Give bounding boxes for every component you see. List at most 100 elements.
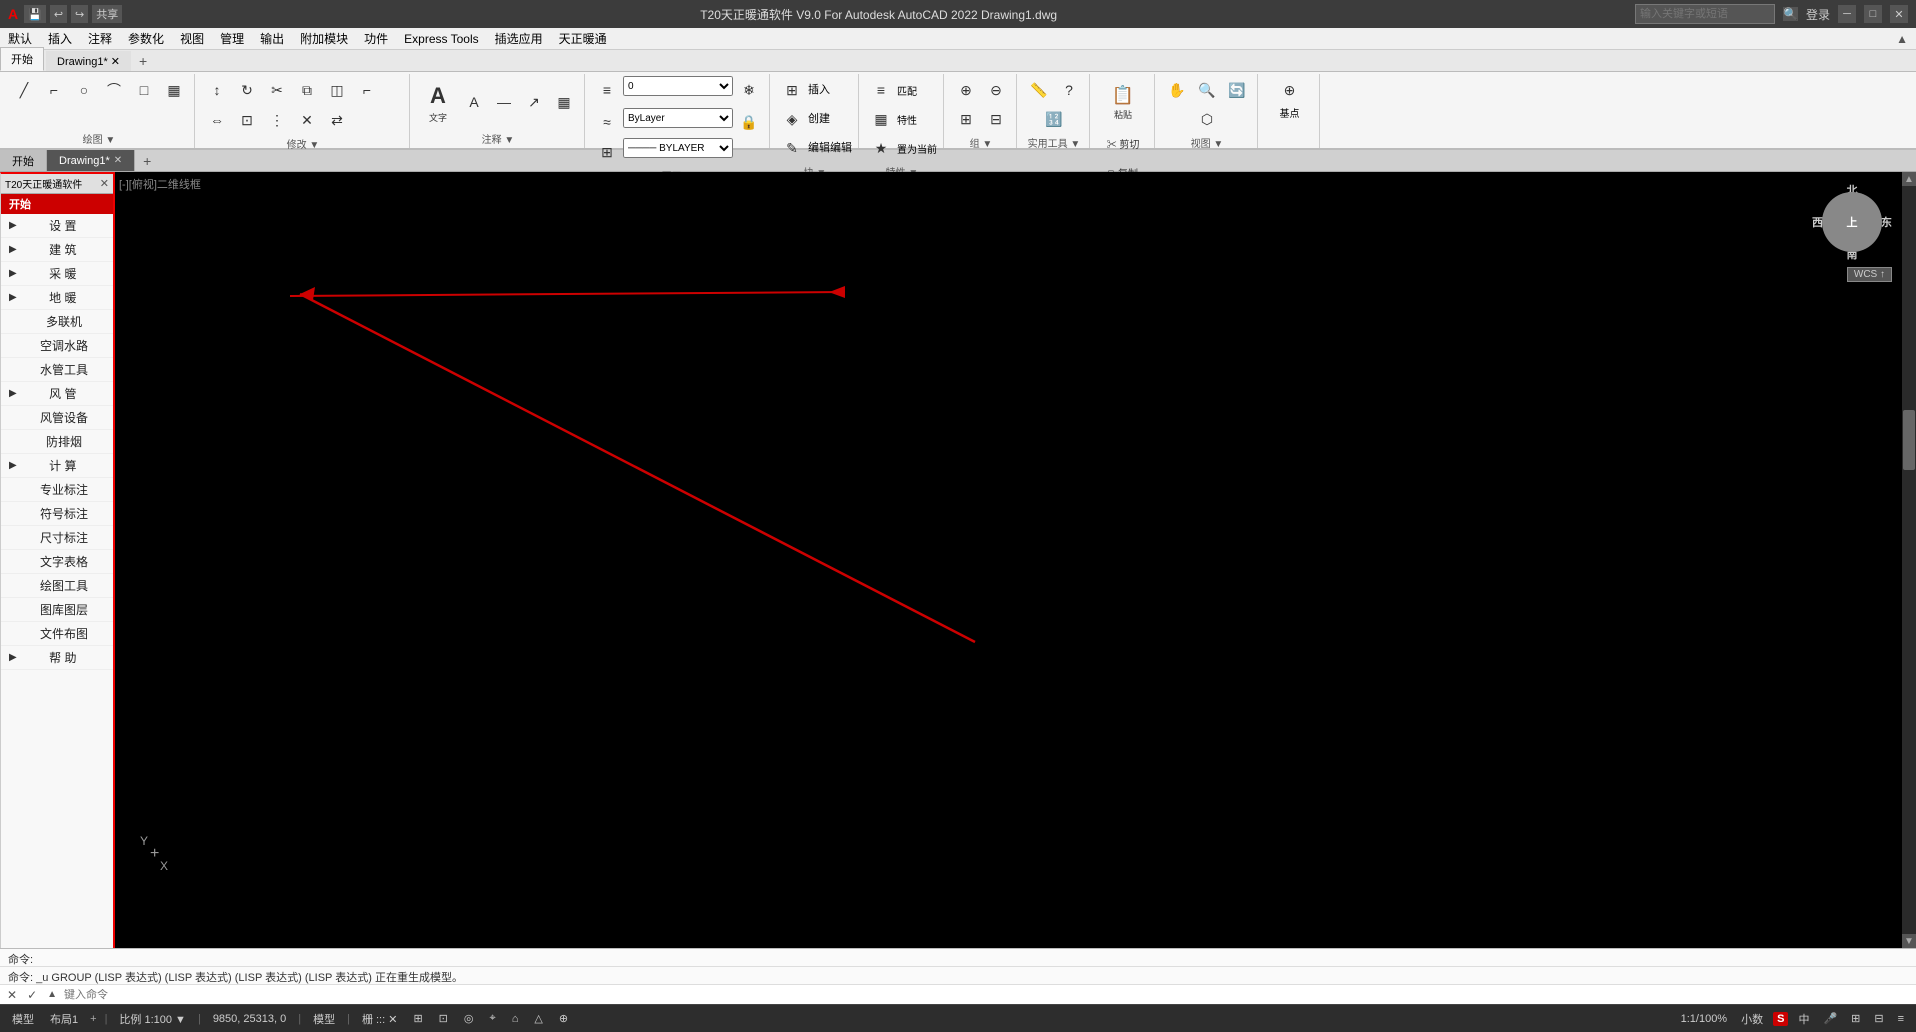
navcube-btn[interactable]: ⬡ <box>1193 105 1221 133</box>
tab-drawing1[interactable]: Drawing1* ✕ <box>47 150 135 171</box>
menu-parametric[interactable]: 参数化 <box>120 28 172 49</box>
menu-view[interactable]: 视图 <box>172 28 212 49</box>
panel-item-settings[interactable]: ▶ 设 置 <box>1 214 113 238</box>
menu-tianzheng[interactable]: 天正暖通 <box>551 28 615 49</box>
panel-item-duct[interactable]: ▶ 风 管 <box>1 382 113 406</box>
menu-insert[interactable]: 插入 <box>40 28 80 49</box>
trim-btn[interactable]: ✂ <box>263 76 291 104</box>
panel-item-smoke-exhaust[interactable]: 防排烟 <box>1 430 113 454</box>
scale-selector[interactable]: 比例 1:100 ▼ <box>115 1011 190 1027</box>
group3-btn[interactable]: ⊟ <box>982 105 1010 133</box>
layer-manager-btn[interactable]: ≡ <box>593 76 621 104</box>
osnap-btn[interactable]: ⌖ <box>485 1012 499 1025</box>
panel-item-library[interactable]: 图库图层 <box>1 598 113 622</box>
panel-item-ac-water[interactable]: 空调水路 <box>1 334 113 358</box>
dim-btn[interactable]: ↗ <box>520 88 548 116</box>
layer-lock-btn[interactable]: 🔒 <box>735 108 763 136</box>
ungroup-btn[interactable]: ⊖ <box>982 76 1010 104</box>
panel-item-help[interactable]: ▶ 帮 助 <box>1 646 113 670</box>
copy-btn[interactable]: ⧉ <box>293 76 321 104</box>
rotate-btn[interactable]: ↻ <box>233 76 261 104</box>
match-layer-btn[interactable]: ≈ <box>593 108 621 136</box>
menu-plugins[interactable]: 功件 <box>356 28 396 49</box>
mirror-btn[interactable]: ◫ <box>323 76 351 104</box>
arc-btn[interactable]: ⌒ <box>100 76 128 104</box>
menu-manage[interactable]: 管理 <box>212 28 252 49</box>
panel-item-duct-equip[interactable]: 风管设备 <box>1 406 113 430</box>
create-block-btn[interactable]: ◈ <box>778 105 806 133</box>
lineweight-btn[interactable]: △ <box>530 1012 546 1025</box>
undo-btn[interactable]: ↩ <box>50 5 67 23</box>
grid-label[interactable]: 栅 ::: ✕ <box>358 1011 402 1027</box>
insert-block-btn[interactable]: ⊞ <box>778 76 806 104</box>
rect-btn[interactable]: □ <box>130 76 158 104</box>
panel-close-icon[interactable]: ✕ <box>100 177 109 190</box>
menu-addons[interactable]: 附加模块 <box>292 28 356 49</box>
status-icon1[interactable]: 中 <box>1794 1011 1813 1027</box>
panel-item-architecture[interactable]: ▶ 建 筑 <box>1 238 113 262</box>
calc-btn[interactable]: 🔢 <box>1040 105 1068 133</box>
explode-btn[interactable]: ⇄ <box>323 106 351 134</box>
menu-default[interactable]: 默认 <box>0 28 40 49</box>
model-label[interactable]: 模型 <box>309 1011 339 1027</box>
panel-item-floor-heating[interactable]: ▶ 地 暖 <box>1 286 113 310</box>
hatch-btn[interactable]: ▦ <box>160 76 188 104</box>
status-icon3[interactable]: ⊞ <box>1847 1012 1864 1025</box>
panel-item-multi-unit[interactable]: 多联机 <box>1 310 113 334</box>
cmd-check-btn[interactable]: ✓ <box>24 988 40 1002</box>
scroll-down-btn[interactable]: ▼ <box>1902 934 1916 948</box>
array-btn[interactable]: ⋮ <box>263 106 291 134</box>
panel-item-draw-tools[interactable]: 绘图工具 <box>1 574 113 598</box>
orbit-btn[interactable]: 🔄 <box>1223 76 1251 104</box>
group-btn[interactable]: ⊕ <box>952 76 980 104</box>
layer-freeze-btn[interactable]: ❄ <box>735 76 763 104</box>
ortho-btn[interactable]: ⊡ <box>435 1012 452 1025</box>
panel-item-text-table[interactable]: 文字表格 <box>1 550 113 574</box>
otrack-btn[interactable]: ⌂ <box>508 1013 523 1025</box>
layout1-tab[interactable]: 布局1 <box>46 1011 82 1027</box>
set-current-btn[interactable]: ★ <box>867 134 895 162</box>
layer-select[interactable]: 0 <box>623 76 733 96</box>
panel-item-layout[interactable]: 文件布图 <box>1 622 113 646</box>
linestyle-btn[interactable]: — <box>490 88 518 116</box>
zoom-btn[interactable]: 🔍 <box>1193 76 1221 104</box>
tab-add-icon[interactable]: + <box>133 53 153 69</box>
scroll-up-btn[interactable]: ▲ <box>1902 172 1916 186</box>
share-btn[interactable]: 共享 <box>92 5 122 23</box>
stretch-btn[interactable]: ⇔ <box>203 106 231 134</box>
prop-panel-btn[interactable]: ▦ <box>867 105 895 133</box>
panel-item-pro-annotation[interactable]: 专业标注 <box>1 478 113 502</box>
circle-btn[interactable]: ○ <box>70 76 98 104</box>
scroll-thumb[interactable] <box>1903 410 1915 470</box>
search-input[interactable] <box>1635 4 1775 24</box>
cut-btn[interactable]: ✂ 剪切 <box>1098 129 1148 157</box>
tab-add-btn[interactable]: + <box>135 151 159 171</box>
tab-drawing1[interactable]: Drawing1* ✕ <box>46 51 131 71</box>
move-btn[interactable]: ↕ <box>203 76 231 104</box>
panel-item-calculate[interactable]: ▶ 计 算 <box>1 454 113 478</box>
status-icon4[interactable]: ⊟ <box>1870 1012 1887 1025</box>
panel-item-symbol-annotation[interactable]: 符号标注 <box>1 502 113 526</box>
close-btn[interactable]: ✕ <box>1890 5 1908 23</box>
transparency-btn[interactable]: ⊕ <box>555 1012 572 1025</box>
panel-item-water-tools[interactable]: 水管工具 <box>1 358 113 382</box>
edit-block-btn[interactable]: ✎ <box>778 134 806 162</box>
minimize-btn[interactable]: ─ <box>1838 5 1856 23</box>
fillet-btn[interactable]: ⌐ <box>353 76 381 104</box>
line-btn[interactable]: ╱ <box>10 76 38 104</box>
query-btn[interactable]: ? <box>1055 76 1083 104</box>
basepoint-btn[interactable]: ⊕ <box>1276 76 1304 104</box>
login-label[interactable]: 登录 <box>1806 6 1830 23</box>
paste-btn[interactable]: 📋 粘贴 <box>1103 76 1143 128</box>
polyline-btn[interactable]: ⌐ <box>40 76 68 104</box>
tab-add-status[interactable]: + <box>90 1013 96 1025</box>
snap-btn[interactable]: ⊞ <box>409 1012 426 1025</box>
menu-select-apps[interactable]: 插选应用 <box>487 28 551 49</box>
pan-btn[interactable]: ✋ <box>1163 76 1191 104</box>
expand-ribbon-icon[interactable]: ▲ <box>1896 32 1908 46</box>
search-button[interactable]: 🔍 <box>1783 7 1798 21</box>
panel-item-heating[interactable]: ▶ 采 暖 <box>1 262 113 286</box>
match-prop-btn[interactable]: ≡ <box>867 76 895 104</box>
tab-drawing1-close[interactable]: ✕ <box>114 155 122 166</box>
tab-start[interactable]: 开始 <box>0 150 47 171</box>
